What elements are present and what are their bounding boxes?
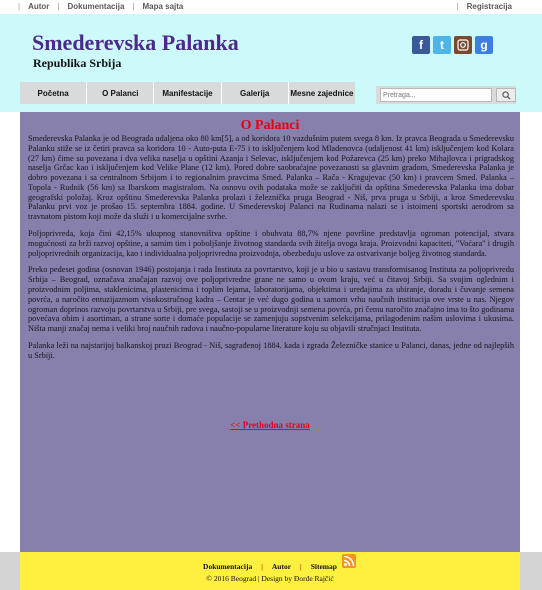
social-links: f t g — [412, 36, 493, 54]
previous-page-link[interactable]: << Prethodna strana — [20, 420, 520, 431]
paragraph-2: Poljoprivreda, koja čini 42,15% ukupnog … — [28, 229, 514, 258]
register-area: | Registracija — [456, 2, 512, 11]
main-content: O Palanci Smederevska Palanka je od Beog… — [20, 112, 520, 552]
footer-right-margin — [520, 552, 542, 590]
paragraph-4: Palanka leži na najstarijoj balkanskoj p… — [28, 340, 514, 360]
top-links: | Autor | Dokumentacija | Mapa sajta — [18, 2, 191, 11]
footer-link-sitemap[interactable]: Sitemap — [302, 562, 346, 571]
facebook-icon[interactable]: f — [412, 36, 430, 54]
search-input[interactable] — [380, 88, 493, 102]
search-icon — [502, 90, 511, 100]
nav-item-manifestacije[interactable]: Manifestacije — [154, 82, 222, 104]
search-button[interactable] — [496, 88, 516, 102]
footer-links: Dokumentacija | Autor | Sitemap — [20, 562, 520, 571]
main-nav: Početna O Palanci Manifestacije Galerija… — [20, 82, 355, 104]
copyright: © 2016 Beograd | Design by Đorđe Rajčić — [206, 574, 334, 583]
page-heading: O Palanci — [240, 118, 300, 133]
nav-item-pocetna[interactable]: Početna — [20, 82, 88, 104]
paragraph-1: Smederevska Palanka je od Beograda udalj… — [28, 134, 514, 222]
rss-icon[interactable] — [342, 554, 356, 568]
top-link-autor[interactable]: Autor — [20, 2, 57, 11]
top-link-mapa-sajta[interactable]: Mapa sajta — [134, 2, 191, 11]
left-margin — [0, 112, 20, 552]
instagram-icon[interactable] — [454, 36, 472, 54]
paragraph-3: Preko pedeset godina (osnovan 1946) post… — [28, 265, 514, 334]
top-link-dokumentacija[interactable]: Dokumentacija — [59, 2, 132, 11]
search-box — [376, 86, 516, 104]
article-body: Smederevska Palanka je od Beograda udalj… — [28, 134, 514, 367]
footer-left-margin — [0, 552, 20, 590]
google-plus-icon[interactable]: g — [475, 36, 493, 54]
nav-item-mesne-zajednice[interactable]: Mesne zajednice — [289, 82, 355, 104]
nav-item-galerija[interactable]: Galerija — [222, 82, 289, 104]
site-title[interactable]: Smederevska Palanka — [32, 30, 239, 56]
nav-item-o-palanci[interactable]: O Palanci — [87, 82, 155, 104]
site-subtitle: Republika Srbija — [33, 56, 122, 70]
footer-link-autor[interactable]: Autor — [263, 562, 300, 571]
top-bar: | Autor | Dokumentacija | Mapa sajta | R… — [0, 0, 542, 14]
twitter-icon[interactable]: t — [433, 36, 451, 54]
right-margin — [520, 112, 542, 552]
footer-link-dokumentacija[interactable]: Dokumentacija — [194, 562, 261, 571]
register-link[interactable]: Registracija — [467, 2, 512, 11]
site-footer: Dokumentacija | Autor | Sitemap © 2016 B… — [20, 552, 520, 590]
